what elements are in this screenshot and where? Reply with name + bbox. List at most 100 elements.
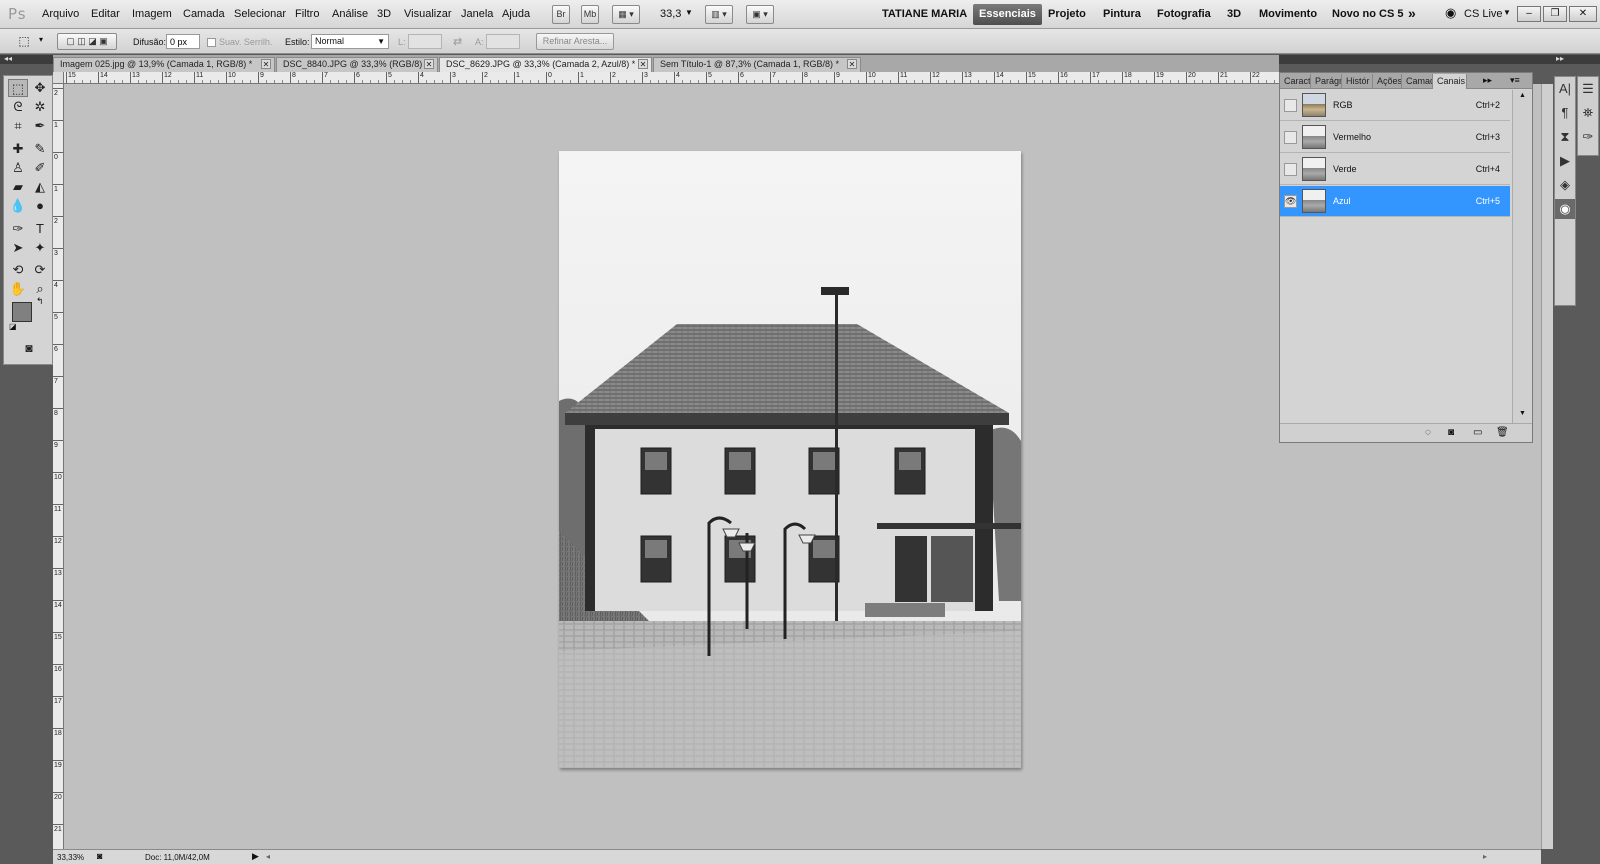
shape-tool-icon[interactable]: ✦ <box>30 239 50 257</box>
doc-tab-dsc-8629[interactable]: DSC_8629.JPG @ 33,3% (Camada 2, Azul/8) … <box>439 57 652 72</box>
workspace-3d[interactable]: 3D <box>1227 8 1241 20</box>
ruler-horizontal[interactable]: 15 14 13 12 11 10 9 8 7 6 5 4 3 2 1 0 1 2 3 4 5 6 7 8 9 10 11 12 13 1… <box>64 72 1279 84</box>
type-tool-icon[interactable]: T <box>30 220 50 238</box>
brush-presets-icon[interactable]: ✑ <box>1578 127 1598 147</box>
workspace-movimento[interactable]: Movimento <box>1259 8 1317 20</box>
workspace-novo-cs5[interactable]: Novo no CS 5 <box>1332 8 1404 20</box>
collapse-left-icon[interactable]: ◂◂ <box>4 54 12 63</box>
tab-caractere[interactable]: Caract <box>1280 74 1311 89</box>
scroll-right-icon[interactable]: ▸ <box>1483 852 1487 861</box>
chevron-down-icon[interactable]: ▼ <box>685 8 693 17</box>
menu-editar[interactable]: Editar <box>91 8 120 20</box>
pen-tool-icon[interactable]: ✑ <box>8 220 28 238</box>
panel-menu-icon[interactable]: ▾≡ <box>1510 75 1520 86</box>
history-panel-icon[interactable]: ⧗ <box>1555 127 1575 147</box>
eyedropper-icon[interactable]: ✒ <box>30 117 50 135</box>
eye-icon[interactable] <box>1284 99 1297 112</box>
crop-tool-icon[interactable]: ⌗ <box>8 117 28 135</box>
screen-mode-button[interactable]: ▣ ▾ <box>746 5 774 24</box>
status-menu-arrow-icon[interactable]: ▶ <box>252 851 259 862</box>
menu-selecionar[interactable]: Selecionar <box>234 8 286 20</box>
workspace-fotografia[interactable]: Fotografia <box>1157 8 1211 20</box>
actions-panel-icon[interactable]: ▶ <box>1555 151 1575 171</box>
clone-stamp-icon[interactable]: ♙ <box>8 159 28 177</box>
status-info-icon[interactable]: ◙ <box>97 851 102 861</box>
tab-camadas[interactable]: Camad <box>1402 74 1433 89</box>
eye-icon[interactable] <box>1284 163 1297 176</box>
bridge-button[interactable]: Br <box>552 5 570 24</box>
character-panel-icon[interactable]: A| <box>1555 79 1575 99</box>
cslive-menu[interactable]: CS Live <box>1464 8 1503 20</box>
menu-ajuda[interactable]: Ajuda <box>502 8 530 20</box>
tab-acoes[interactable]: Ações <box>1373 74 1402 89</box>
menu-analise[interactable]: Análise <box>332 8 368 20</box>
feather-input[interactable] <box>166 34 200 49</box>
tab-paragrafo[interactable]: Parágr <box>1311 74 1342 89</box>
doc-tab-imagem-025[interactable]: Imagem 025.jpg @ 13,9% (Camada 1, RGB/8)… <box>53 57 275 72</box>
dodge-tool-icon[interactable]: ● <box>30 197 50 215</box>
zoom-level[interactable]: 33,3 <box>660 8 681 20</box>
menu-janela[interactable]: Janela <box>461 8 493 20</box>
doc-tab-sem-titulo-1[interactable]: Sem Título-1 @ 87,3% (Camada 1, RGB/8) *… <box>653 57 861 72</box>
arrange-documents-button[interactable]: ▥ ▾ <box>705 5 733 24</box>
swap-icon[interactable]: ⇄ <box>453 35 462 48</box>
3d-rotate-icon[interactable]: ⟲ <box>8 261 28 279</box>
more-workspaces-icon[interactable]: » <box>1408 5 1416 21</box>
channel-row-azul[interactable]: 👁 Azul Ctrl+5 <box>1280 186 1510 217</box>
doc-tab-dsc-8840[interactable]: DSC_8840.JPG @ 33,3% (RGB/8) ✕ <box>276 57 438 72</box>
height-input[interactable] <box>486 34 520 49</box>
channel-row-vermelho[interactable]: Vermelho Ctrl+3 <box>1280 122 1510 153</box>
mini-bridge-button[interactable]: Mb <box>581 5 599 24</box>
brush-tool-icon[interactable]: ✎ <box>30 140 50 158</box>
close-icon[interactable]: ✕ <box>424 59 434 69</box>
refine-edge-button[interactable]: Refinar Aresta... <box>536 33 614 50</box>
close-icon[interactable]: ✕ <box>261 59 271 69</box>
save-selection-icon[interactable]: ◙ <box>1448 427 1454 438</box>
3d-orbit-icon[interactable]: ⟳ <box>30 261 50 279</box>
minimize-button[interactable]: – <box>1517 6 1541 22</box>
width-input[interactable] <box>408 34 442 49</box>
antialias-checkbox[interactable] <box>207 38 216 47</box>
eraser-icon[interactable]: ▰ <box>8 178 28 196</box>
magic-wand-icon[interactable]: ✲ <box>30 98 50 116</box>
maximize-button[interactable]: ❐ <box>1543 6 1567 22</box>
ruler-origin[interactable] <box>53 72 64 84</box>
menu-arquivo[interactable]: Arquivo <box>42 8 79 20</box>
hand-tool-icon[interactable]: ✋ <box>8 280 28 298</box>
workspace-pintura[interactable]: Pintura <box>1103 8 1141 20</box>
history-brush-icon[interactable]: ✐ <box>30 159 50 177</box>
paint-bucket-icon[interactable]: ◭ <box>30 178 50 196</box>
status-zoom[interactable]: 33,33% <box>57 853 84 862</box>
move-tool-icon[interactable]: ✥ <box>30 79 50 97</box>
style-select[interactable]: Normal ▼ <box>311 34 389 49</box>
ruler-vertical[interactable]: 2101234567891011121314151617181920212223 <box>53 84 64 849</box>
close-icon[interactable]: ✕ <box>638 59 648 69</box>
workspace-projeto[interactable]: Projeto <box>1048 8 1086 20</box>
menu-camada[interactable]: Camada <box>183 8 225 20</box>
default-colors-icon[interactable]: ◪ <box>9 322 17 331</box>
masks-panel-icon[interactable]: ⛯ <box>1578 103 1598 123</box>
layers-panel-icon[interactable]: ◈ <box>1555 175 1575 195</box>
marquee-tool-icon[interactable]: ⬚ <box>8 79 28 97</box>
menu-visualizar[interactable]: Visualizar <box>404 8 452 20</box>
trash-icon[interactable]: 🗑 <box>1496 427 1509 438</box>
view-extras-button[interactable]: ▦ ▾ <box>612 5 640 24</box>
close-button[interactable]: ✕ <box>1569 6 1597 22</box>
scroll-down-icon[interactable]: ▼ <box>1519 410 1526 417</box>
load-selection-icon[interactable]: ◌ <box>1425 427 1431 438</box>
chevron-down-icon[interactable]: ▾ <box>39 35 43 44</box>
vertical-scrollbar[interactable] <box>1541 84 1553 849</box>
eye-icon[interactable]: 👁 <box>1284 195 1297 208</box>
foreground-color-swatch[interactable] <box>12 302 32 322</box>
new-channel-icon[interactable]: ▭ <box>1473 427 1482 438</box>
lasso-tool-icon[interactable]: ᘓ <box>8 98 28 116</box>
selection-mode-buttons[interactable]: ▢ ◫ ◪ ▣ <box>57 33 117 50</box>
swap-colors-icon[interactable]: ↰ <box>36 296 44 307</box>
paragraph-panel-icon[interactable]: ¶ <box>1555 103 1575 123</box>
adjustments-panel-icon[interactable]: ☰ <box>1578 79 1598 99</box>
quick-mask-icon[interactable]: ◙ <box>19 339 39 357</box>
healing-brush-icon[interactable]: ✚ <box>8 140 28 158</box>
menu-3d[interactable]: 3D <box>377 8 391 20</box>
menu-imagem[interactable]: Imagem <box>132 8 172 20</box>
document-image[interactable] <box>559 151 1021 768</box>
